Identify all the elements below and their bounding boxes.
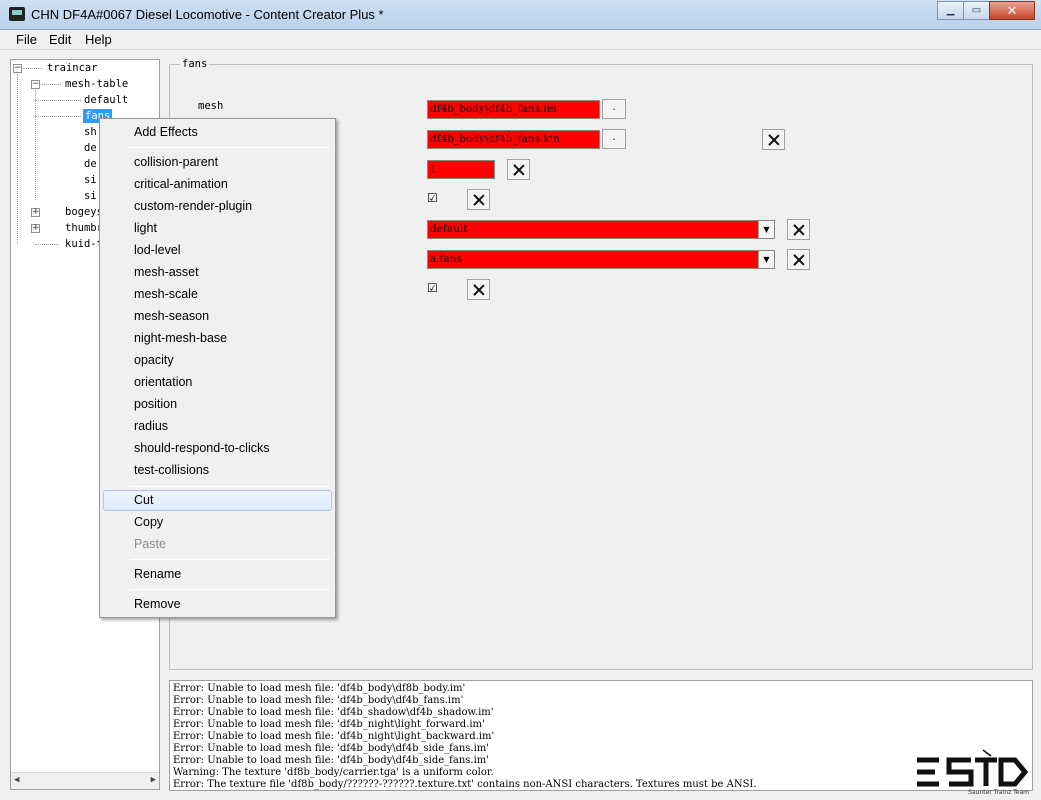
menu-item-test-collisions[interactable]: test-collisions <box>134 460 209 480</box>
expand-icon[interactable]: + <box>31 208 40 217</box>
collapse-icon[interactable]: − <box>13 64 22 73</box>
menu-item-should-respond-to-clicks[interactable]: should-respond-to-clicks <box>134 438 269 458</box>
chevron-down-icon[interactable]: ▼ <box>758 221 774 238</box>
log-line: Error: Unable to load mesh file: 'df4b_n… <box>173 731 495 742</box>
minimize-button[interactable]: ▁ <box>937 1 964 20</box>
menu-item-mesh-asset[interactable]: mesh-asset <box>134 262 199 282</box>
log-line: Error: Unable to load mesh file: 'df4b_b… <box>173 683 466 694</box>
log-output[interactable]: Error: Unable to load mesh file: 'df4b_b… <box>169 680 1033 791</box>
dropdown-select-2[interactable]: a.fans ▼ <box>427 250 775 269</box>
mesh-label: mesh <box>198 100 224 112</box>
menu-help[interactable]: Help <box>85 32 112 47</box>
maximize-button[interactable]: ▭ <box>963 1 990 20</box>
menu-item-light[interactable]: light <box>134 218 157 238</box>
menu-item-position[interactable]: position <box>134 394 177 414</box>
tree-node-traincar[interactable]: traincar <box>47 61 98 75</box>
log-line: Error: Unable to load mesh file: 'df4b_b… <box>173 743 490 754</box>
menu-item-copy[interactable]: Copy <box>134 512 163 532</box>
browse-mesh-button[interactable]: . <box>602 99 626 119</box>
tree-node-mesh-table[interactable]: mesh-table <box>65 77 128 91</box>
value-field[interactable]: 1 <box>427 160 495 179</box>
log-line: Error: Unable to load mesh file: 'df4b_b… <box>173 695 464 706</box>
menu-file[interactable]: File <box>16 32 37 47</box>
collapse-icon[interactable]: − <box>31 80 40 89</box>
group-label: fans <box>180 58 210 70</box>
title-bar: CHN DF4A#0067 Diesel Locomotive - Conten… <box>0 0 1041 30</box>
tree-node-mesh[interactable]: si <box>84 189 97 203</box>
remove-dropdown-1-button[interactable] <box>787 219 810 240</box>
menu-item-paste[interactable]: Paste <box>134 534 166 554</box>
menu-item-mesh-scale[interactable]: mesh-scale <box>134 284 198 304</box>
remove-animation-button[interactable] <box>762 129 785 150</box>
menu-item-critical-animation[interactable]: critical-animation <box>134 174 228 194</box>
tree-node-mesh[interactable]: de <box>84 141 97 155</box>
remove-dropdown-2-button[interactable] <box>787 249 810 270</box>
menu-header-add-effects: Add Effects <box>134 125 198 139</box>
log-line: Error: Unable to load mesh file: 'df4b_n… <box>173 719 485 730</box>
menu-item-custom-render-plugin[interactable]: custom-render-plugin <box>134 196 252 216</box>
menu-item-mesh-season[interactable]: mesh-season <box>134 306 209 326</box>
log-line: Error: Unable to load mesh file: 'df4b_b… <box>173 755 490 766</box>
chevron-down-icon[interactable]: ▼ <box>758 251 774 268</box>
tree-node-default[interactable]: default <box>84 93 128 107</box>
context-menu: Add Effects Cut Copy Paste Rename Remove… <box>99 118 336 618</box>
log-line: Warning: The texture 'df8b_body/carrier.… <box>173 767 494 778</box>
remove-checkbox-2-button[interactable] <box>467 279 490 300</box>
menu-item-orientation[interactable]: orientation <box>134 372 192 392</box>
remove-checkbox-button[interactable] <box>467 189 490 210</box>
scroll-right-icon[interactable]: ▶ <box>151 775 156 785</box>
menu-item-night-mesh-base[interactable]: night-mesh-base <box>134 328 227 348</box>
expand-icon[interactable]: + <box>31 224 40 233</box>
dropdown-value: default <box>430 223 468 235</box>
property-checkbox[interactable]: ☑ <box>427 192 440 205</box>
tree-node-thumbnails[interactable]: thumbr <box>65 221 103 235</box>
menu-item-radius[interactable]: radius <box>134 416 168 436</box>
tree-node-mesh[interactable]: de <box>84 157 97 171</box>
close-button[interactable]: ✕ <box>989 1 1035 20</box>
window-title: CHN DF4A#0067 Diesel Locomotive - Conten… <box>31 7 384 22</box>
tree-node-mesh[interactable]: si <box>84 173 97 187</box>
animation-file-field[interactable]: df4b_body\df4b_fans.kin <box>427 130 600 149</box>
dropdown-select-1[interactable]: default ▼ <box>427 220 775 239</box>
app-icon[interactable] <box>9 7 25 21</box>
scroll-left-icon[interactable]: ◀ <box>14 775 19 785</box>
menu-item-opacity[interactable]: opacity <box>134 350 174 370</box>
menu-item-rename[interactable]: Rename <box>134 564 181 584</box>
menu-item-remove[interactable]: Remove <box>134 594 181 614</box>
menu-bar: File Edit Help <box>0 30 1041 50</box>
tree-node-kuid[interactable]: kuid-t <box>65 237 103 251</box>
log-line: Error: The texture file 'df8b_body/?????… <box>173 779 757 790</box>
log-line: Error: Unable to load mesh file: 'df4b_s… <box>173 707 494 718</box>
menu-item-cut[interactable]: Cut <box>134 490 153 510</box>
browse-animation-button[interactable]: . <box>602 129 626 149</box>
menu-item-lod-level[interactable]: lod-level <box>134 240 181 260</box>
property-checkbox[interactable]: ☑ <box>427 282 440 295</box>
menu-edit[interactable]: Edit <box>49 32 71 47</box>
menu-item-collision-parent[interactable]: collision-parent <box>134 152 218 172</box>
dropdown-value: a.fans <box>430 253 462 265</box>
logo-caption: Saunter Trainz Team <box>968 789 1029 796</box>
tree-horizontal-scrollbar[interactable]: ◀ ▶ <box>11 772 159 789</box>
tree-node-mesh[interactable]: sh <box>84 125 97 139</box>
tree-node-bogeys[interactable]: bogeys <box>65 205 103 219</box>
remove-value-button[interactable] <box>507 159 530 180</box>
window-controls: ▁ ▭ ✕ <box>937 1 1035 20</box>
mesh-file-field[interactable]: df4b_body\df4b_fans.im <box>427 100 600 119</box>
